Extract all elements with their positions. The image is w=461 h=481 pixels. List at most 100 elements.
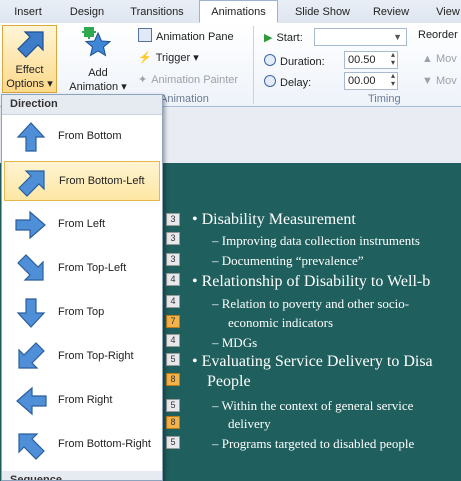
move-later-label: Mov: [435, 75, 457, 87]
animation-order-badge[interactable]: 5: [166, 399, 180, 412]
group-label-animation: Animation: [160, 93, 209, 105]
trigger-label: Trigger ▾: [155, 52, 199, 64]
animation-order-badge[interactable]: 4: [166, 295, 180, 308]
add-animation-label-1: Add: [88, 67, 108, 79]
bullet-continuation: economic indicators: [228, 315, 334, 330]
animation-pane-button[interactable]: Animation Pane: [138, 28, 234, 43]
bullet-continuation: People: [207, 373, 251, 390]
start-dropdown[interactable]: ▼: [314, 28, 407, 46]
bullet-continuation: delivery: [228, 416, 271, 431]
tab-slide-show[interactable]: Slide Show: [285, 3, 360, 22]
bullet-level-2: – MDGs: [212, 335, 258, 350]
animation-order-badge[interactable]: 4: [166, 273, 180, 286]
arrow-up-right-icon: [18, 170, 45, 197]
chevron-down-icon: ▼: [393, 32, 402, 42]
tab-transitions[interactable]: Transitions: [120, 3, 194, 22]
direction-from-left[interactable]: From Left: [4, 205, 160, 245]
animation-order-badge[interactable]: 3: [166, 213, 180, 226]
bullet-level-2: – Within the context of general service: [212, 398, 414, 413]
animation-order-badge[interactable]: 8: [166, 373, 180, 386]
sequence-header: Sequence: [2, 471, 162, 480]
direction-label: From Bottom-Right: [58, 438, 151, 450]
direction-label: From Left: [58, 218, 106, 230]
bullet-level-1: • Evaluating Service Delivery to Disa: [192, 353, 433, 370]
bullet-text: Within the context of general service: [221, 398, 414, 413]
ribbon-separator: [253, 26, 254, 104]
tab-design[interactable]: Design: [62, 3, 112, 22]
direction-from-bottom[interactable]: From Bottom: [4, 117, 160, 157]
direction-label: From Bottom: [58, 130, 122, 142]
bullet-level-2: – Documenting “prevalence”: [212, 253, 364, 268]
bullet-text: MDGs: [221, 335, 258, 350]
bullet-level-2: – Relation to poverty and other socio-: [212, 296, 410, 311]
effect-options-dropdown: Direction From Bottom From Bottom-Left F…: [1, 94, 163, 481]
bullet-level-2: – Improving data collection instruments: [212, 233, 420, 248]
trigger-icon: ⚡: [138, 52, 152, 64]
tab-view[interactable]: View: [432, 3, 461, 22]
arrow-right-icon: [15, 210, 46, 240]
bullet-text: Programs targeted to disabled people: [221, 436, 415, 451]
start-label: ▶ Start:: [264, 31, 303, 44]
bullet-text: Relationship of Disability to Well-b: [201, 273, 431, 290]
move-later-button[interactable]: ▼ Mov: [422, 75, 457, 87]
animation-painter-label: Animation Painter: [151, 74, 239, 86]
effect-options-label-2: Options ▾: [6, 78, 53, 90]
trigger-button[interactable]: ⚡ Trigger ▾: [138, 51, 199, 64]
delay-input[interactable]: 00.00 ▴ ▾: [344, 72, 398, 90]
direction-from-top-left[interactable]: From Top-Left: [4, 249, 160, 289]
effect-options-icon: [17, 31, 44, 58]
direction-label: From Top: [58, 306, 105, 318]
bullet-level-2: – Programs targeted to disabled people: [212, 436, 415, 451]
direction-header: Direction: [2, 95, 162, 115]
duration-label-text: Duration:: [280, 56, 325, 68]
bullet-text: Evaluating Service Delivery to Disa: [201, 353, 433, 370]
move-earlier-button[interactable]: ▲ Mov: [422, 53, 457, 65]
animation-order-badge[interactable]: 7: [166, 315, 180, 328]
arrow-down-icon: [16, 298, 46, 328]
direction-label: From Top-Left: [58, 262, 127, 274]
animation-painter-button[interactable]: ✦ Animation Painter: [138, 73, 238, 86]
bullet-text: Documenting “prevalence”: [221, 253, 364, 268]
animation-painter-icon: ✦: [138, 74, 148, 86]
duration-input[interactable]: 00.50 ▴ ▾: [344, 51, 398, 69]
animation-order-badge[interactable]: 4: [166, 334, 180, 347]
bullet-level-1: • Relationship of Disability to Well-b: [192, 273, 431, 290]
direction-from-bottom-left[interactable]: From Bottom-Left: [4, 161, 160, 201]
bullet-text: Relation to poverty and other socio-: [221, 296, 410, 311]
delay-label-text: Delay:: [280, 77, 312, 89]
arrow-left-icon: [16, 386, 47, 416]
animation-order-badge[interactable]: 3: [166, 253, 180, 266]
direction-from-top-right[interactable]: From Top-Right: [4, 337, 160, 377]
direction-from-top[interactable]: From Top: [4, 293, 160, 333]
add-animation-icon: [82, 27, 112, 57]
group-label-timing: Timing: [368, 93, 401, 105]
delay-label: Delay:: [264, 75, 311, 89]
tab-review[interactable]: Review: [368, 3, 414, 22]
animation-pane-icon: [138, 28, 152, 42]
direction-from-bottom-right[interactable]: From Bottom-Right: [4, 425, 160, 465]
effect-options-button[interactable]: Effect Options ▾: [2, 25, 57, 93]
move-earlier-label: Mov: [435, 53, 457, 65]
direction-from-right[interactable]: From Right: [4, 381, 160, 421]
effect-options-label-1: Effect: [15, 64, 44, 76]
delay-spinner-icon: ▴ ▾: [390, 71, 395, 88]
start-icon: ▶: [264, 32, 273, 44]
bullet-text: Disability Measurement: [201, 211, 356, 228]
direction-label: From Bottom-Left: [59, 175, 145, 187]
animation-order-badge[interactable]: 5: [166, 353, 180, 366]
bullet-text: Improving data collection instruments: [221, 233, 420, 248]
animation-order-badge[interactable]: 8: [166, 416, 180, 429]
animation-order-badge[interactable]: 5: [166, 436, 180, 449]
arrow-down-left-icon: [18, 342, 45, 369]
bullet-level-1: • Disability Measurement: [192, 211, 356, 228]
move-earlier-icon: ▲: [422, 53, 433, 65]
start-label-text: Start:: [276, 32, 303, 44]
add-animation-button[interactable]: Add Animation ▾: [64, 25, 132, 93]
arrow-up-left-icon: [18, 433, 45, 460]
ribbon-tab-bar: Insert Design Transitions Animations Sli…: [0, 0, 461, 24]
arrow-up-icon: [16, 122, 46, 152]
move-later-icon: ▼: [422, 75, 433, 87]
tab-animations[interactable]: Animations: [199, 0, 278, 23]
tab-insert[interactable]: Insert: [8, 3, 48, 22]
animation-order-badge[interactable]: 3: [166, 232, 180, 245]
